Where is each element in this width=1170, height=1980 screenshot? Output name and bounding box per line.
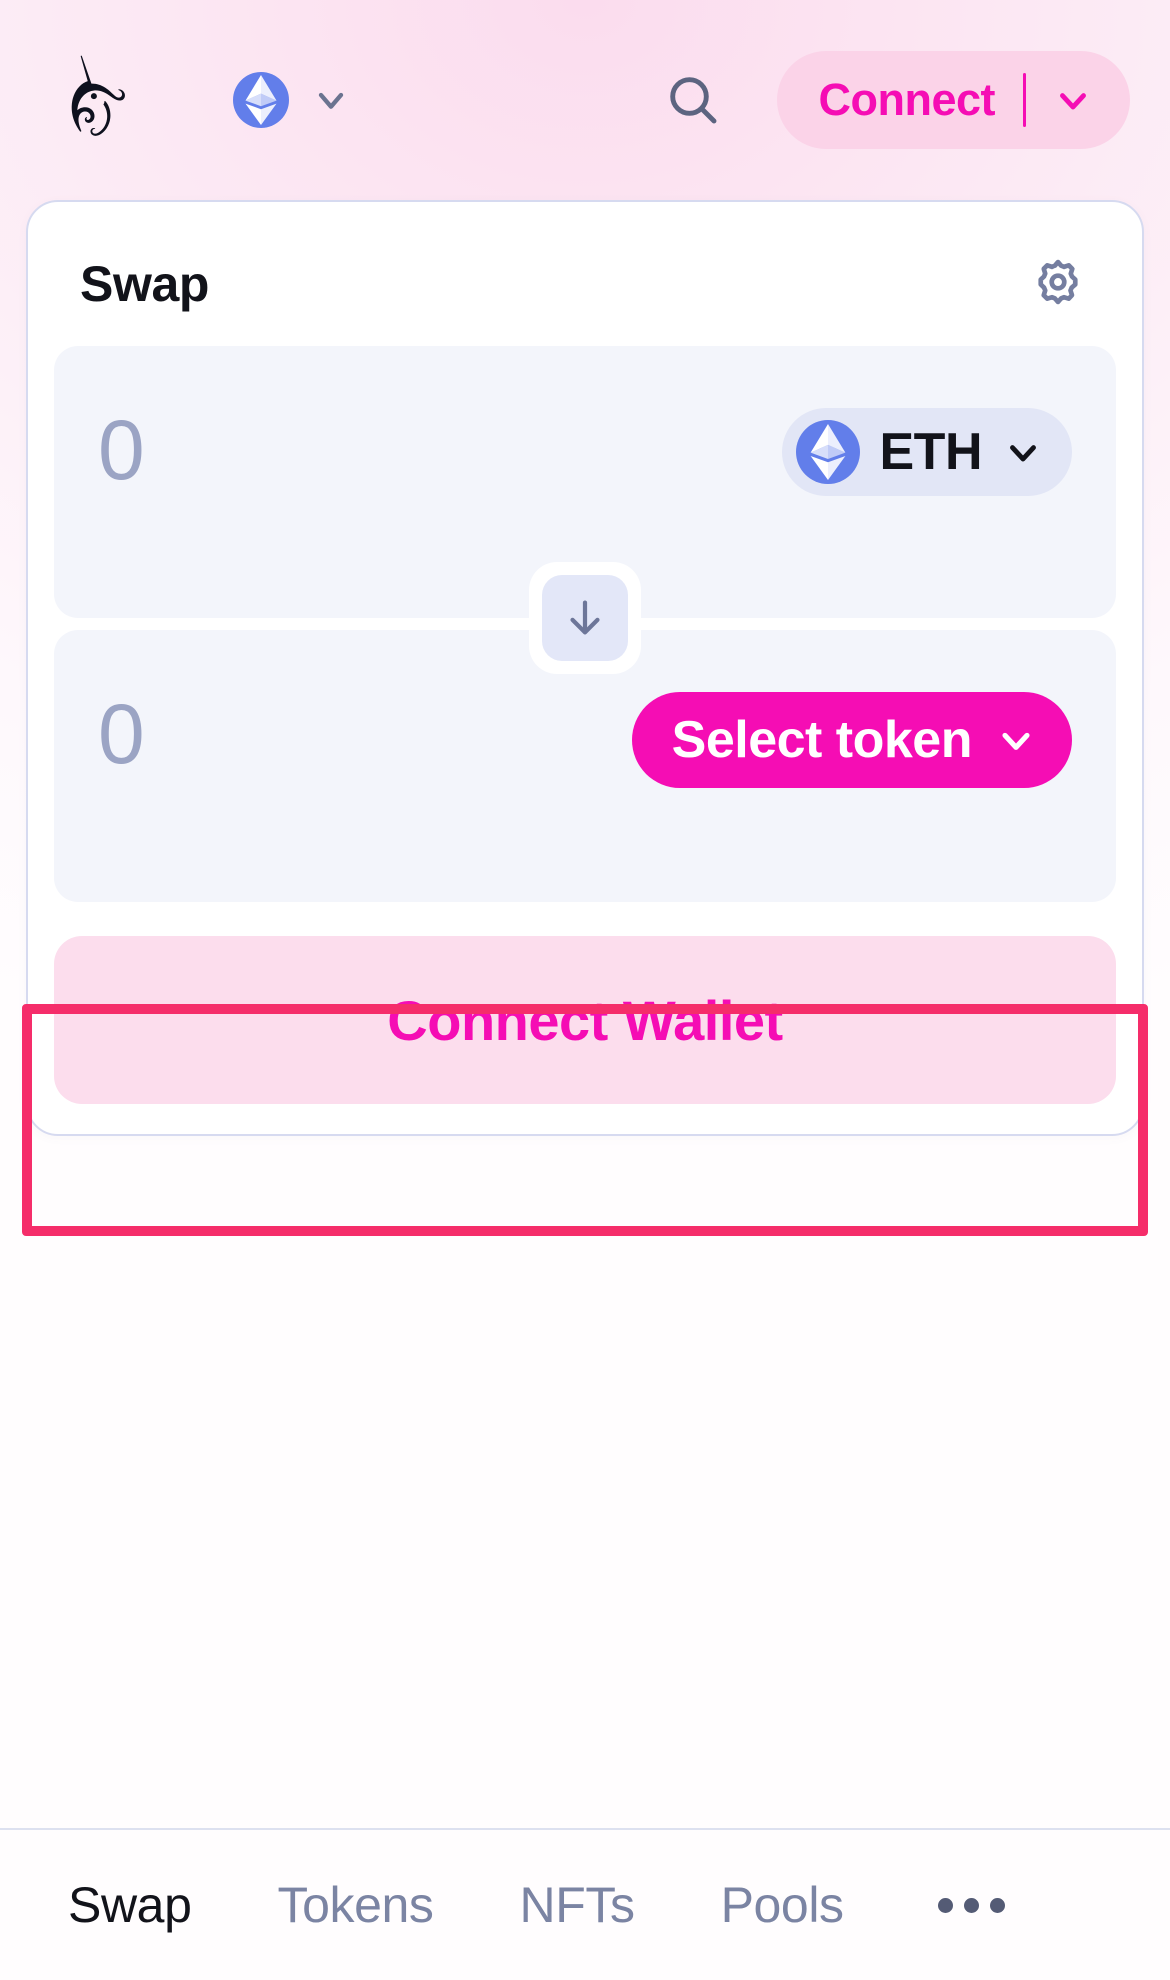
app-root: Connect Swap 0 ETH 0 Select token Connec… xyxy=(0,0,1170,1980)
buy-token-selector[interactable]: Select token xyxy=(631,692,1072,788)
connect-wallet-button[interactable]: Connect Wallet xyxy=(54,936,1116,1104)
swap-card-header: Swap xyxy=(54,228,1116,346)
ellipsis-dot xyxy=(963,1897,979,1913)
nav-item-swap[interactable]: Swap xyxy=(68,1876,192,1934)
app-header: Connect xyxy=(0,0,1170,200)
gear-icon xyxy=(1038,259,1078,305)
nav-item-pools[interactable]: Pools xyxy=(721,1876,844,1934)
swap-fields: 0 ETH 0 Select token xyxy=(54,346,1116,902)
switch-tokens-button[interactable] xyxy=(529,562,641,674)
switch-tokens-inner xyxy=(542,575,628,661)
nav-item-nfts[interactable]: NFTs xyxy=(520,1876,635,1934)
connect-button-divider xyxy=(1023,73,1026,127)
select-token-label: Select token xyxy=(671,711,973,769)
sell-amount-input[interactable]: 0 xyxy=(98,408,782,492)
ellipsis-dot xyxy=(937,1897,953,1913)
buy-amount-input[interactable]: 0 xyxy=(98,692,632,776)
arrow-down-icon xyxy=(570,600,600,635)
page-title: Swap xyxy=(80,256,209,312)
network-selector[interactable] xyxy=(233,72,351,128)
sell-token-selector[interactable]: ETH xyxy=(781,408,1072,496)
swap-cta-zone: Connect Wallet xyxy=(54,902,1116,1104)
ethereum-icon xyxy=(795,420,860,484)
ellipsis-icon[interactable] xyxy=(937,1897,1005,1913)
nav-item-tokens[interactable]: Tokens xyxy=(277,1876,433,1934)
ellipsis-dot xyxy=(989,1897,1005,1913)
connect-button[interactable]: Connect xyxy=(776,51,1130,149)
chevron-down-icon xyxy=(1010,445,1036,462)
chevron-down-icon[interactable] xyxy=(1052,79,1094,121)
sell-token-symbol: ETH xyxy=(879,423,983,481)
bottom-navigation: Swap Tokens NFTs Pools xyxy=(0,1828,1170,1980)
swap-card: Swap 0 ETH 0 Select token Connect Wallet xyxy=(26,200,1144,1136)
uniswap-unicorn-logo[interactable] xyxy=(55,54,143,146)
chevron-down-icon xyxy=(1002,732,1030,750)
search-icon xyxy=(669,77,716,124)
connect-button-label: Connect xyxy=(818,74,996,125)
settings-button[interactable] xyxy=(1026,252,1090,316)
connect-wallet-label: Connect Wallet xyxy=(387,988,783,1052)
chevron-down-icon xyxy=(318,92,344,109)
search-button[interactable] xyxy=(657,64,729,136)
swap-card-wrapper: Swap 0 ETH 0 Select token Connect Wallet xyxy=(0,200,1170,1136)
ethereum-icon xyxy=(233,72,289,128)
